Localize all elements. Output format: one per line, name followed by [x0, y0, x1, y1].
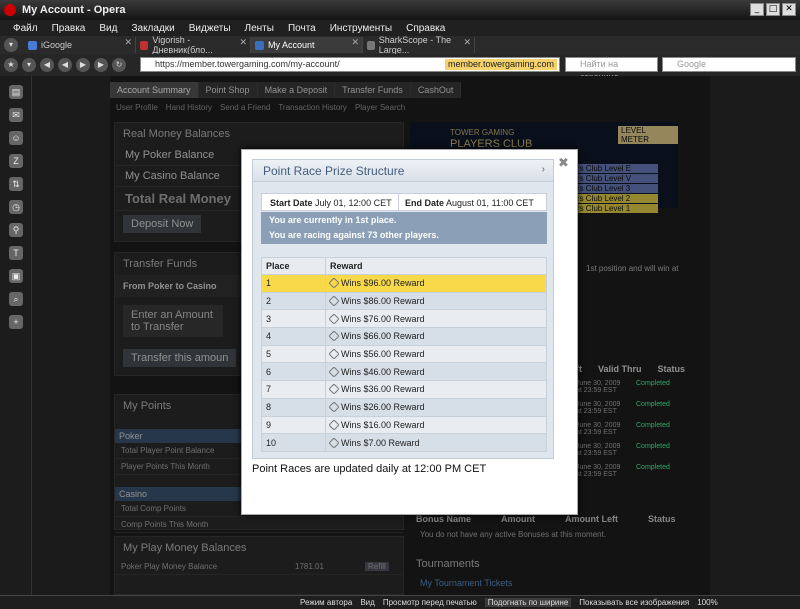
search-input[interactable]: Google — [662, 57, 796, 72]
menu-widgets[interactable]: Виджеты — [182, 23, 238, 34]
history-panel-icon[interactable]: ◷ — [9, 200, 23, 214]
start-date-label: Start Date — [270, 198, 313, 208]
window-title: My Account - Opera — [22, 4, 126, 16]
menu-file[interactable]: Файл — [6, 23, 45, 34]
place-column-header: Place — [261, 257, 326, 275]
menu-bookmarks[interactable]: Закладки — [124, 23, 181, 34]
panel-sidebar: ▤ ✉ ☺ Z ⇅ ◷ ⚲ T ▣ ⌕ + — [0, 76, 32, 595]
status-bar: Режим автора Вид Просмотр перед печатью … — [0, 595, 800, 609]
close-tab-icon[interactable]: ✕ — [463, 37, 471, 48]
update-schedule-text: Point Races are updated daily at 12:00 P… — [252, 463, 487, 475]
table-row: 5 Wins $56.00 Reward — [261, 344, 547, 364]
table-row: 10 Wins $7.00 Reward — [261, 433, 547, 452]
tab-igoogle[interactable]: iGoogle ✕ — [24, 37, 136, 53]
reward-column-header: Reward — [325, 257, 547, 275]
end-date-value: August 01, 11:00 CET — [446, 198, 534, 208]
current-place-text: You are currently in 1st place. — [269, 215, 397, 225]
table-row: 9 Wins $16.00 Reward — [261, 415, 547, 435]
show-images-button[interactable]: Показывать все изображения — [579, 598, 689, 607]
transfers-panel-icon[interactable]: ⇅ — [9, 177, 23, 191]
view-button[interactable]: Вид — [360, 598, 374, 607]
menu-edit[interactable]: Правка — [45, 23, 93, 34]
race-status-notice: You are currently in 1st place. You are … — [261, 212, 547, 244]
chevron-right-icon: › — [541, 164, 545, 175]
menu-bar: Файл Правка Вид Закладки Виджеты Ленты П… — [0, 20, 800, 36]
fast-forward-button[interactable]: ▶ — [94, 58, 108, 72]
table-row: 8 Wins $26.00 Reward — [261, 397, 547, 417]
window-titlebar: My Account - Opera _ □ ✕ — [0, 0, 800, 20]
bookmarks-panel-icon[interactable]: ▤ — [9, 85, 23, 99]
end-date-label: End Date — [405, 198, 445, 208]
start-date-value: July 01, 12:00 CET — [315, 198, 392, 208]
address-toolbar: ★ ▾ ◀ ◀ ▶ ▶ ↻ https://member.towergaming… — [0, 54, 800, 82]
reward-icon — [328, 277, 340, 290]
close-icon[interactable]: ✖ — [558, 156, 569, 171]
address-field[interactable]: https://member.towergaming.com/my-accoun… — [140, 57, 560, 72]
table-row: 2 Wins $86.00 Reward — [261, 291, 547, 311]
forward-button[interactable]: ▶ — [76, 58, 90, 72]
page-favicon-icon — [367, 40, 375, 50]
add-panel-icon[interactable]: + — [9, 315, 23, 329]
secure-domain-badge[interactable]: member.towergaming.com — [444, 59, 557, 70]
links-panel-icon[interactable]: ⚲ — [9, 223, 23, 237]
race-dates: Start Date July 01, 12:00 CET End Date A… — [261, 193, 547, 211]
close-tab-icon[interactable]: ✕ — [124, 37, 132, 48]
reward-icon — [328, 436, 340, 449]
notes-panel-icon[interactable]: Z — [9, 154, 23, 168]
back-button[interactable]: ◀ — [40, 58, 54, 72]
prize-structure-modal: ✖ Point Race Prize Structure › Start Dat… — [241, 149, 578, 515]
reward-icon — [328, 383, 340, 396]
close-window-button[interactable]: ✕ — [782, 3, 796, 16]
opera-logo-icon — [4, 4, 16, 16]
close-tab-icon[interactable]: ✕ — [239, 37, 247, 48]
search-panel-icon[interactable]: ⌕ — [9, 292, 23, 306]
reward-icon — [328, 419, 340, 431]
find-in-page-input[interactable]: Найти на странице — [565, 57, 658, 82]
reward-icon — [328, 295, 340, 307]
prize-table: Place Reward 1 Wins $96.00 Reward 2 Wins $… — [261, 257, 547, 452]
page-favicon-icon — [255, 40, 264, 50]
menu-view[interactable]: Вид — [92, 23, 124, 34]
menu-tools[interactable]: Инструменты — [323, 23, 399, 34]
windows-panel-icon[interactable]: ▣ — [9, 269, 23, 283]
author-mode-button[interactable]: Режим автора — [300, 598, 352, 607]
speed-dial-icon[interactable]: ★ — [4, 58, 18, 72]
maximize-button[interactable]: □ — [766, 3, 780, 16]
reward-icon — [328, 330, 340, 343]
google-favicon-icon — [28, 40, 37, 50]
reward-icon — [328, 401, 340, 413]
tab-sharkscope[interactable]: SharkScope - The Large... ✕ — [363, 35, 475, 55]
menu-feeds[interactable]: Ленты — [238, 23, 281, 34]
rewind-button[interactable]: ◀ — [58, 58, 72, 72]
close-tab-icon[interactable]: ✕ — [351, 37, 359, 48]
reload-button[interactable]: ↻ — [112, 58, 126, 72]
tab-my-account[interactable]: My Account ✕ — [251, 37, 363, 53]
heart-favicon-icon — [140, 40, 149, 50]
menu-mail[interactable]: Почта — [281, 23, 323, 34]
modal-title: Point Race Prize Structure — [263, 164, 405, 178]
fit-width-button[interactable]: Подогнать по ширине — [484, 598, 572, 607]
reward-icon — [328, 313, 340, 325]
menu-help[interactable]: Справка — [399, 23, 452, 34]
print-preview-button[interactable]: Просмотр перед печатью — [383, 598, 477, 607]
reward-icon — [328, 348, 340, 360]
table-row: 4 Wins $66.00 Reward — [261, 327, 547, 346]
contacts-panel-icon[interactable]: ☺ — [9, 131, 23, 145]
mail-panel-icon[interactable]: ✉ — [9, 108, 23, 122]
tab-menu-button[interactable]: ▾ — [4, 38, 18, 52]
minimize-button[interactable]: _ — [750, 3, 764, 16]
info-panel-icon[interactable]: T — [9, 246, 23, 260]
reward-icon — [328, 366, 340, 378]
table-row: 3 Wins $76.00 Reward — [261, 309, 547, 329]
opponents-text: You are racing against 73 other players. — [269, 230, 439, 240]
prize-panel-header: Point Race Prize Structure › — [253, 160, 553, 182]
table-row: 7 Wins $36.00 Reward — [261, 380, 547, 399]
panel-toggle-icon[interactable]: ▾ — [22, 58, 36, 72]
tab-vigorish[interactable]: Vigorish - Дневник(бло... ✕ — [136, 35, 251, 55]
prize-panel: Point Race Prize Structure › Start Date … — [252, 159, 554, 459]
table-row: 6 Wins $46.00 Reward — [261, 362, 547, 382]
zoom-level[interactable]: 100% — [697, 598, 717, 607]
table-row: 1 Wins $96.00 Reward — [261, 274, 547, 293]
tab-bar: ▾ iGoogle ✕ Vigorish - Дневник(бло... ✕ My… — [0, 35, 800, 55]
